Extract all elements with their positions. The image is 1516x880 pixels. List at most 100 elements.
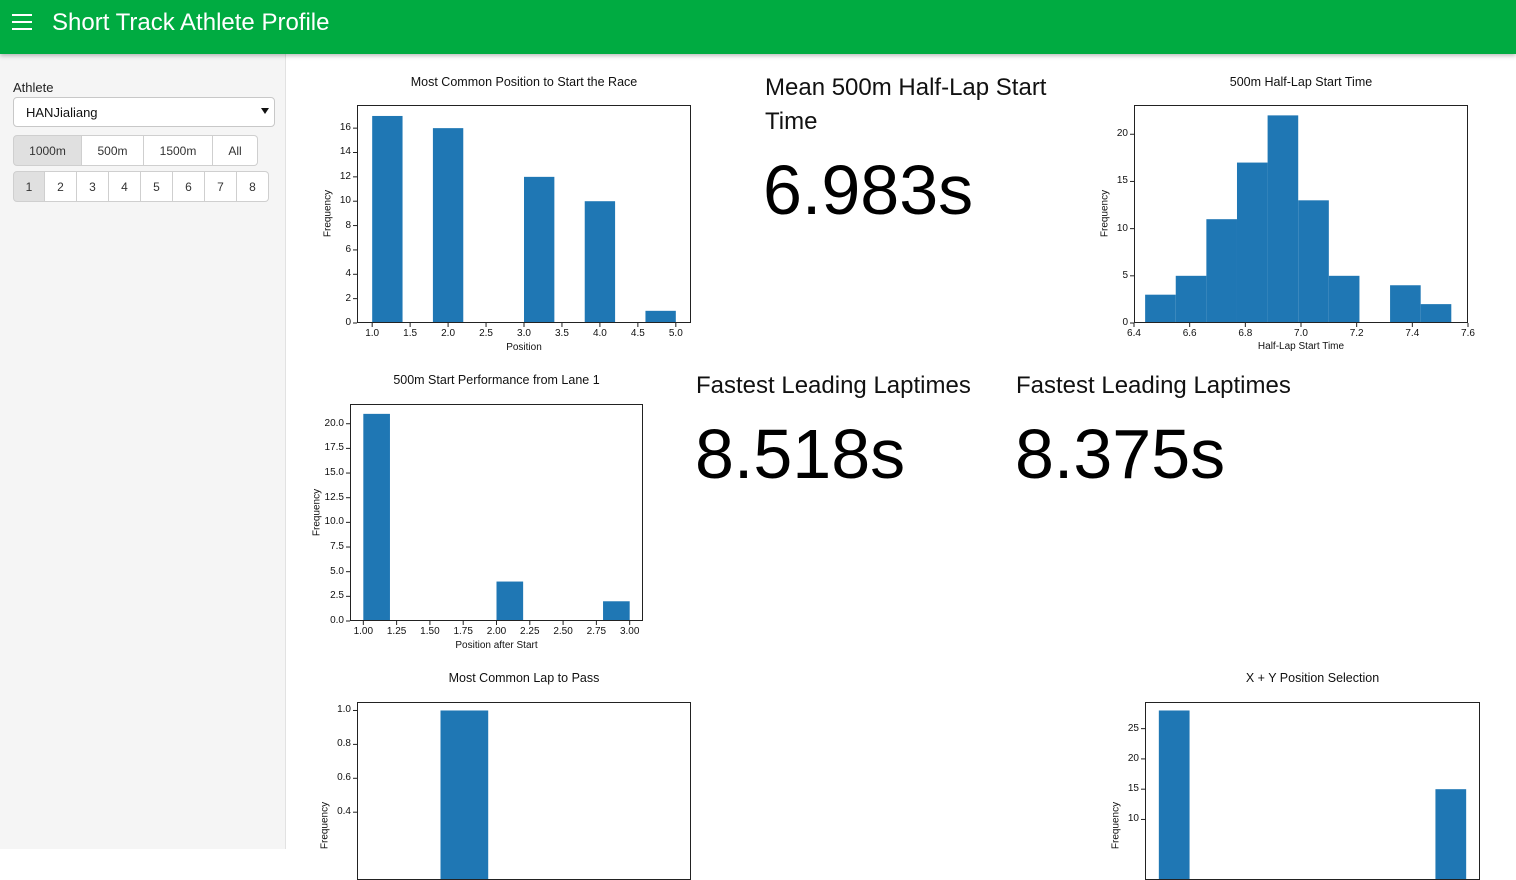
fastest-laptime-value-2: 8.375s bbox=[1015, 415, 1226, 493]
y-axis-label: Frequency bbox=[322, 189, 334, 238]
x-tick-label: 5.0 bbox=[668, 328, 683, 339]
chart-title: X + Y Position Selection bbox=[1245, 671, 1380, 685]
sidebar: Athlete HANJialiang 1000m 500m 1500m All… bbox=[0, 54, 286, 849]
athlete-label: Athlete bbox=[13, 80, 54, 95]
y-axis-label: Frequency bbox=[319, 801, 331, 849]
y-tick-label: 0.4 bbox=[337, 806, 351, 818]
y-tick-label: 15.0 bbox=[324, 467, 344, 479]
mean-half-lap-value: 6.983s bbox=[763, 151, 974, 229]
mean-half-lap-title: Mean 500m Half-Lap Start Time bbox=[765, 74, 1047, 135]
chart-bar bbox=[363, 413, 390, 621]
chart-bar bbox=[432, 128, 464, 323]
y-tick-label: 16 bbox=[339, 122, 351, 134]
x-tick-label: 7.4 bbox=[1405, 328, 1420, 339]
y-tick-label: 25 bbox=[1127, 722, 1139, 734]
y-tick-label: 10 bbox=[339, 195, 351, 207]
athlete-select[interactable]: HANJialiang bbox=[13, 97, 275, 127]
lane-button-1[interactable]: 1 bbox=[13, 171, 45, 202]
chart-bar bbox=[524, 176, 555, 323]
distance-toggle-group: 1000m 500m 1500m All bbox=[13, 135, 258, 166]
y-tick-label: 15 bbox=[1116, 175, 1128, 187]
chart-bar bbox=[1298, 200, 1329, 323]
hamburger-menu-icon[interactable] bbox=[12, 14, 32, 30]
chart-lane1-start-performance bbox=[346, 404, 643, 625]
lane-button-8[interactable]: 8 bbox=[237, 171, 269, 202]
y-tick-label: 7.5 bbox=[330, 541, 344, 553]
y-tick-label: 15 bbox=[1127, 783, 1139, 795]
y-tick-label: 12.5 bbox=[324, 491, 344, 503]
x-tick-label: 7.2 bbox=[1349, 328, 1364, 339]
y-tick-label: 20 bbox=[1116, 128, 1128, 140]
chart-bar bbox=[1236, 162, 1268, 323]
y-tick-label: 0.6 bbox=[337, 772, 351, 784]
y-tick-label: 2.5 bbox=[330, 590, 344, 602]
chart-bar bbox=[372, 115, 403, 323]
chart-bar bbox=[1267, 115, 1299, 323]
y-tick-label: 5.0 bbox=[330, 565, 344, 577]
x-axis-label: Position bbox=[506, 342, 542, 353]
chart-bar bbox=[603, 601, 630, 621]
lane-button-2[interactable]: 2 bbox=[45, 171, 77, 202]
y-tick-label: 14 bbox=[339, 146, 351, 158]
chevron-down-icon bbox=[261, 108, 269, 114]
x-tick-label: 7.0 bbox=[1294, 328, 1308, 339]
fastest-laptime-title-2: Fastest Leading Laptimes bbox=[1016, 372, 1291, 399]
distance-button-500m[interactable]: 500m bbox=[82, 135, 144, 166]
x-tick-label: 6.8 bbox=[1238, 328, 1253, 339]
chart-frame bbox=[1145, 702, 1480, 880]
lane-button-3[interactable]: 3 bbox=[77, 171, 109, 202]
chart-title: Most Common Lap to Pass bbox=[448, 671, 600, 685]
chart-lap-to-pass bbox=[353, 702, 691, 880]
x-tick-label: 6.6 bbox=[1182, 328, 1197, 339]
x-axis-label: Position after Start bbox=[455, 640, 538, 651]
y-axis-label: Frequency bbox=[311, 488, 323, 536]
chart-title: Most Common Position to Start the Race bbox=[410, 75, 638, 89]
lane-button-7[interactable]: 7 bbox=[205, 171, 237, 202]
lane-button-6[interactable]: 6 bbox=[173, 171, 205, 202]
chart-bar bbox=[645, 310, 676, 323]
x-tick-label: 7.6 bbox=[1461, 328, 1475, 339]
chart-bar bbox=[1158, 710, 1190, 880]
chart-bar bbox=[1328, 275, 1360, 323]
y-axis-label: Frequency bbox=[1110, 801, 1122, 849]
chart-frame bbox=[357, 702, 691, 880]
chart-bar bbox=[496, 581, 524, 621]
lane-button-4[interactable]: 4 bbox=[109, 171, 141, 202]
lane-toggle-group: 1 2 3 4 5 6 7 8 bbox=[13, 171, 269, 202]
distance-button-all[interactable]: All bbox=[213, 135, 258, 166]
y-tick-label: 20.0 bbox=[324, 417, 344, 429]
y-tick-label: 4 bbox=[345, 268, 351, 280]
x-tick-label: 3.0 bbox=[517, 328, 531, 339]
chart-bar bbox=[1145, 294, 1176, 323]
chart-bar bbox=[440, 710, 489, 880]
y-tick-label: 10.0 bbox=[324, 516, 344, 528]
app-header: Short Track Athlete Profile bbox=[0, 0, 1516, 54]
y-axis-label: Frequency bbox=[1099, 189, 1111, 238]
y-tick-label: 2 bbox=[345, 292, 351, 304]
y-tick-label: 6 bbox=[345, 243, 351, 255]
x-tick-label: 1.5 bbox=[403, 328, 418, 339]
x-tick-label: 6.4 bbox=[1127, 328, 1141, 339]
x-tick-label: 3.5 bbox=[555, 328, 569, 339]
x-tick-label: 4.5 bbox=[630, 328, 645, 339]
lane-button-5[interactable]: 5 bbox=[141, 171, 173, 202]
y-tick-label: 0.0 bbox=[330, 615, 344, 626]
fastest-laptime-value-1: 8.518s bbox=[695, 415, 906, 493]
chart-start-position bbox=[353, 105, 691, 327]
chart-bar bbox=[1175, 275, 1207, 323]
y-tick-label: 0.8 bbox=[337, 738, 351, 750]
chart-bar bbox=[584, 201, 616, 323]
y-tick-label: 8 bbox=[345, 219, 351, 231]
chart-title: 500m Half-Lap Start Time bbox=[1229, 75, 1373, 89]
chart-half-lap-start-time bbox=[1130, 105, 1469, 327]
chart-bar bbox=[1435, 789, 1467, 880]
y-tick-label: 5 bbox=[1122, 269, 1128, 281]
y-tick-label: 10 bbox=[1127, 813, 1139, 825]
chart-bar bbox=[1390, 285, 1421, 323]
distance-button-1000m[interactable]: 1000m bbox=[13, 135, 82, 166]
chart-xy-position-selection bbox=[1141, 702, 1480, 880]
x-tick-label: 3.00 bbox=[619, 626, 640, 637]
y-tick-label: 17.5 bbox=[324, 442, 344, 454]
distance-button-1500m[interactable]: 1500m bbox=[144, 135, 213, 166]
fastest-laptime-title-1: Fastest Leading Laptimes bbox=[696, 372, 971, 399]
